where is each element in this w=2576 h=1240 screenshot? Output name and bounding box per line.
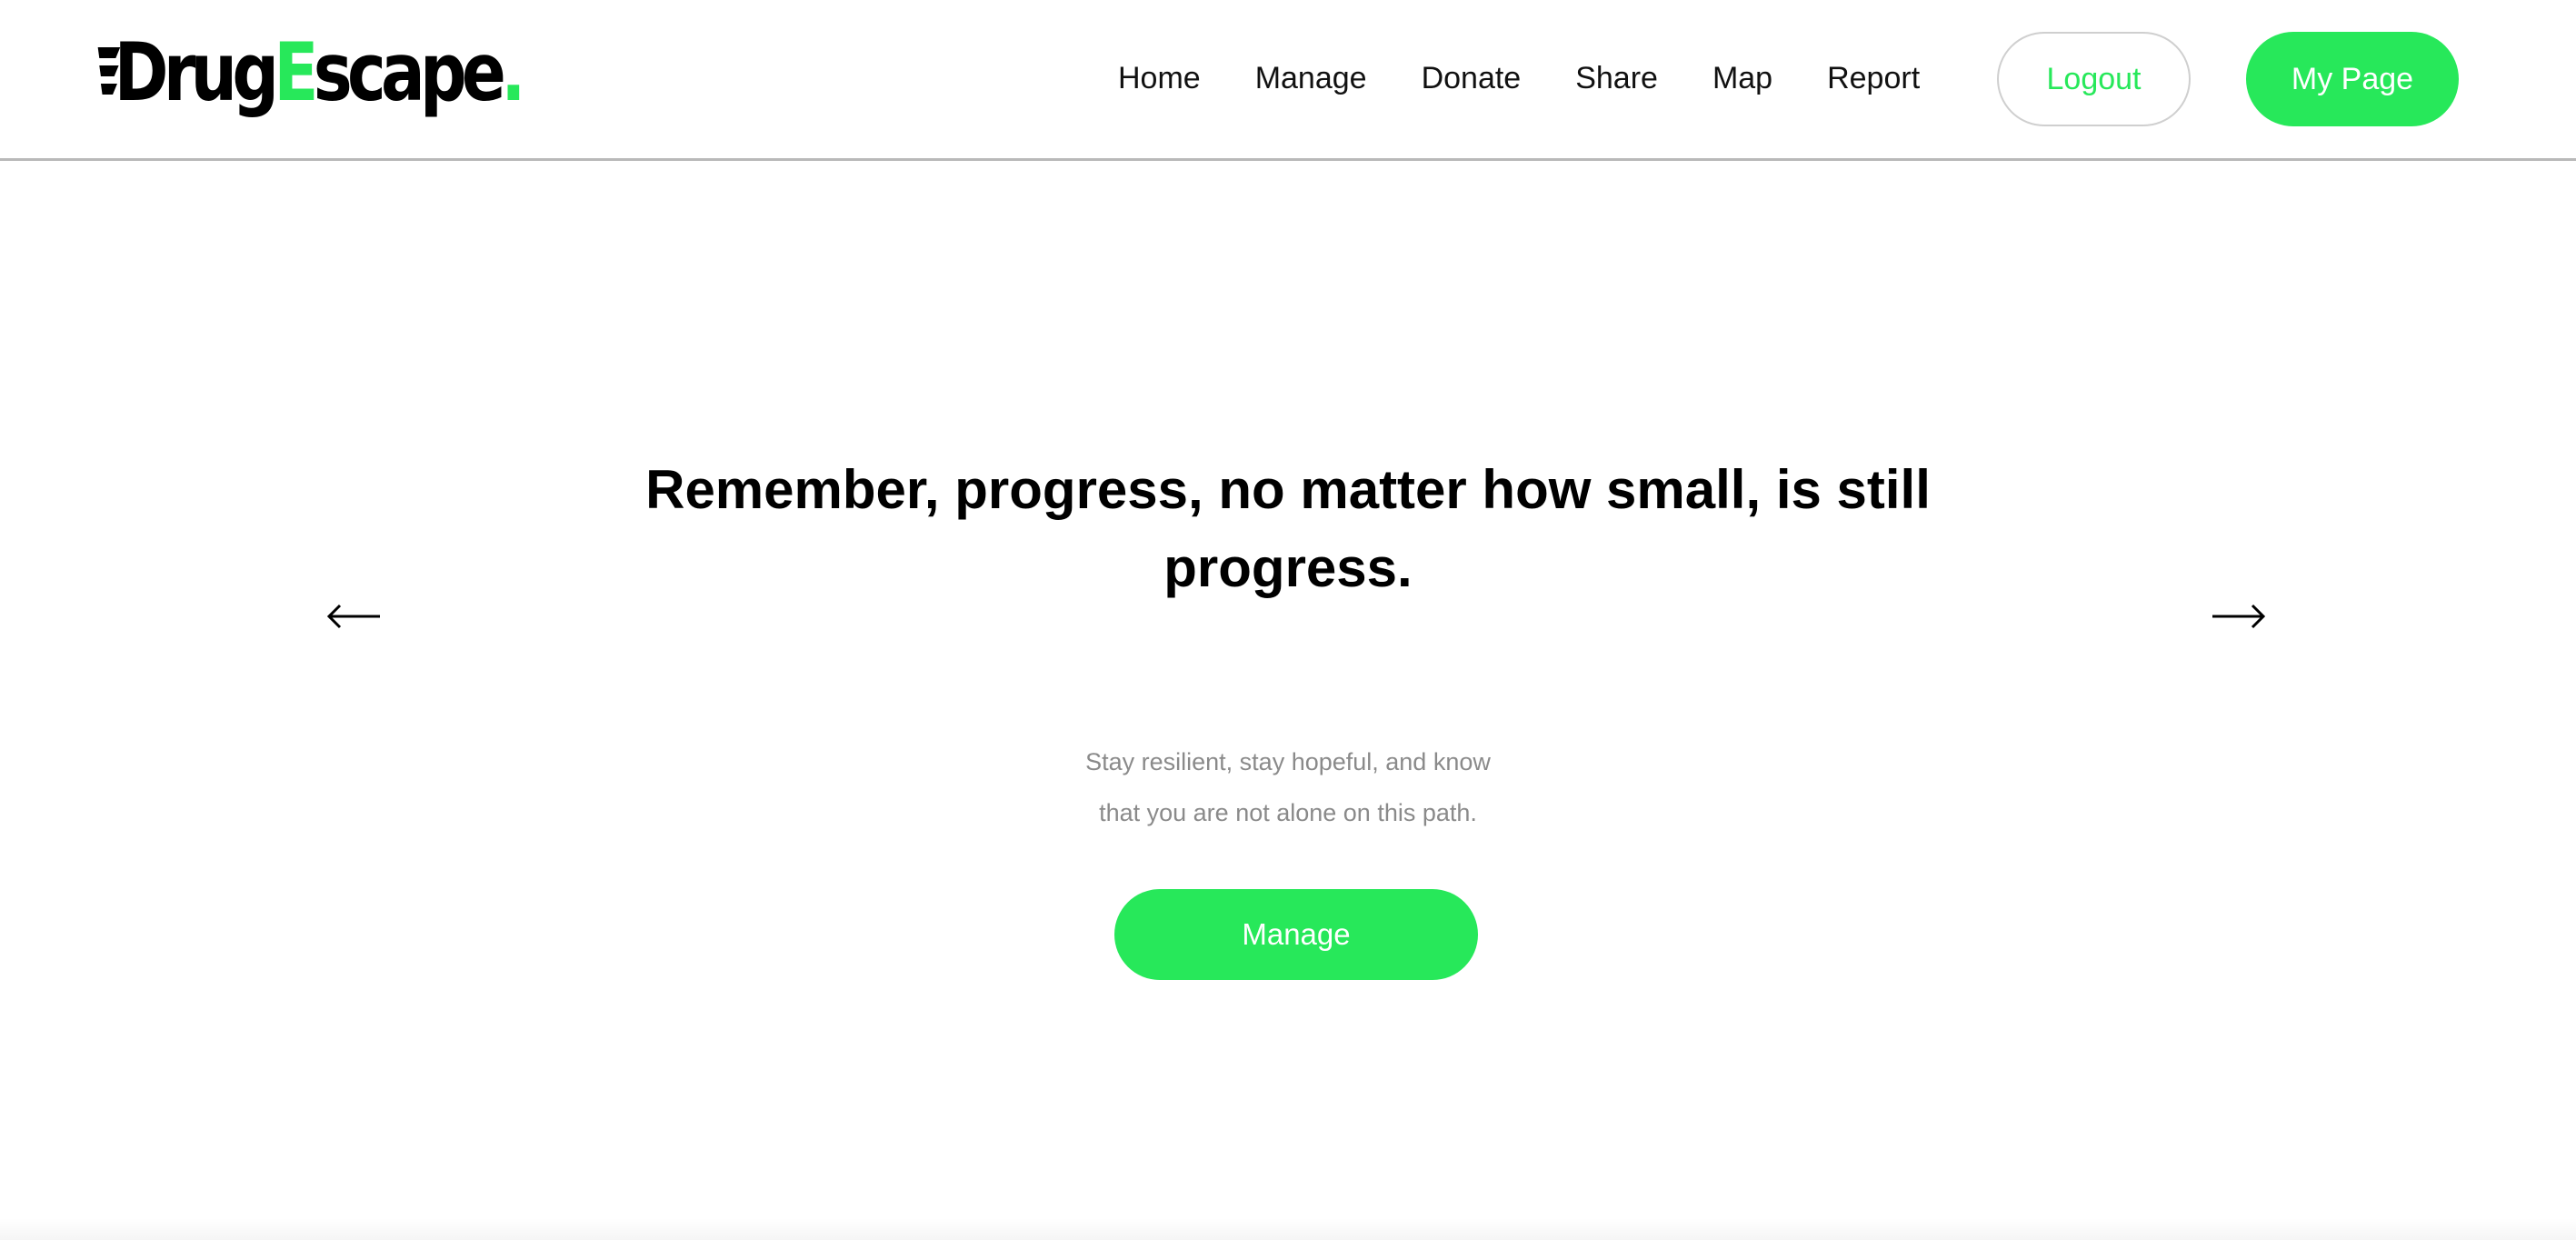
nav-report[interactable]: Report xyxy=(1827,61,1920,96)
hero-subtext: Stay resilient, stay hopeful, and know t… xyxy=(924,736,1652,838)
section-divider-shadow xyxy=(0,1218,2576,1240)
main-nav: Home Manage Donate Share Map Report xyxy=(1118,40,1974,116)
hero-subtext-line2: that you are not alone on this path. xyxy=(1099,799,1477,826)
hero-headline: Remember, progress, no matter how small,… xyxy=(645,459,1931,598)
logout-button[interactable]: Logout xyxy=(1997,32,2191,126)
nav-manage[interactable]: Manage xyxy=(1255,61,1367,96)
nav-share[interactable]: Share xyxy=(1575,61,1658,96)
hero-carousel: Remember, progress, no matter how small,… xyxy=(0,164,2576,1240)
logo-wing-icon xyxy=(96,40,122,104)
nav-home[interactable]: Home xyxy=(1118,61,1201,96)
drugescape-logo[interactable]: Drug Escape. xyxy=(96,18,526,125)
manage-cta-button[interactable]: Manage xyxy=(1114,889,1478,980)
logo-text-drug: Drug xyxy=(114,25,279,119)
site-header: Drug Escape. Home Manage Donate Share Map… xyxy=(0,0,2576,161)
my-page-button[interactable]: My Page xyxy=(2246,32,2459,126)
logo-text-scape: scape xyxy=(313,25,506,119)
arrow-right-icon[interactable] xyxy=(2211,598,2267,635)
logo-text-accent: E xyxy=(274,25,318,119)
arrow-left-icon[interactable] xyxy=(325,598,382,635)
logo-dot: . xyxy=(501,25,526,119)
hero-subtext-line1: Stay resilient, stay hopeful, and know xyxy=(1085,748,1491,775)
nav-donate[interactable]: Donate xyxy=(1422,61,1522,96)
nav-map[interactable]: Map xyxy=(1712,61,1772,96)
